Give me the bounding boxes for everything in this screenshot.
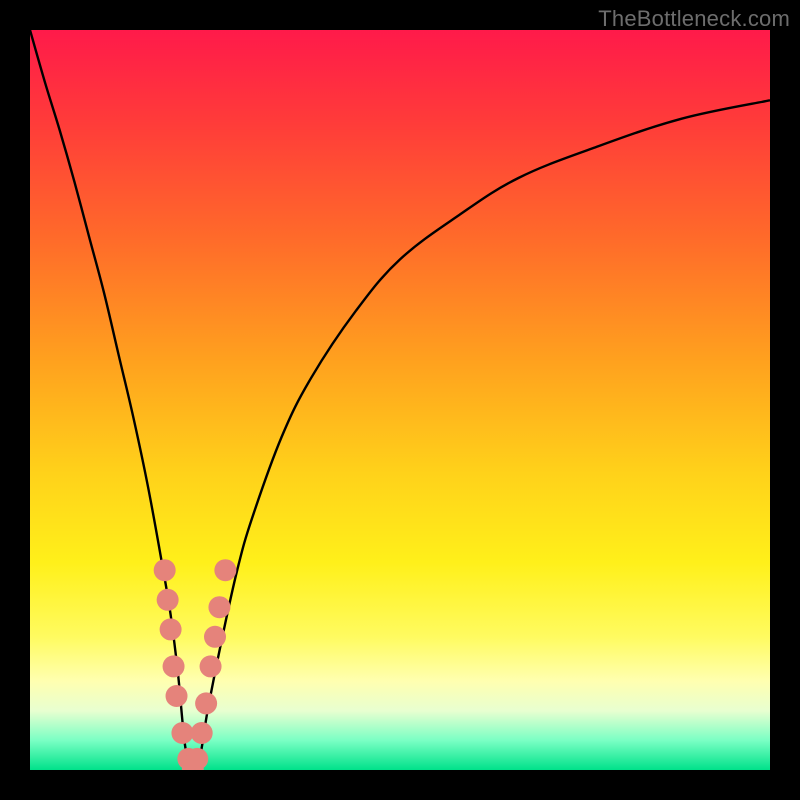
data-marker: [195, 692, 217, 714]
data-marker: [200, 655, 222, 677]
data-marker: [160, 618, 182, 640]
data-marker: [208, 596, 230, 618]
data-marker: [186, 748, 208, 770]
plot-area: [30, 30, 770, 770]
data-marker: [157, 589, 179, 611]
data-marker: [163, 655, 185, 677]
chart-frame: TheBottleneck.com: [0, 0, 800, 800]
marker-group: [154, 559, 237, 770]
data-marker: [171, 722, 193, 744]
data-marker: [166, 685, 188, 707]
bottleneck-curve: [30, 30, 770, 770]
chart-svg: [30, 30, 770, 770]
watermark-text: TheBottleneck.com: [598, 6, 790, 32]
data-marker: [154, 559, 176, 581]
data-marker: [214, 559, 236, 581]
data-marker: [191, 722, 213, 744]
data-marker: [204, 626, 226, 648]
